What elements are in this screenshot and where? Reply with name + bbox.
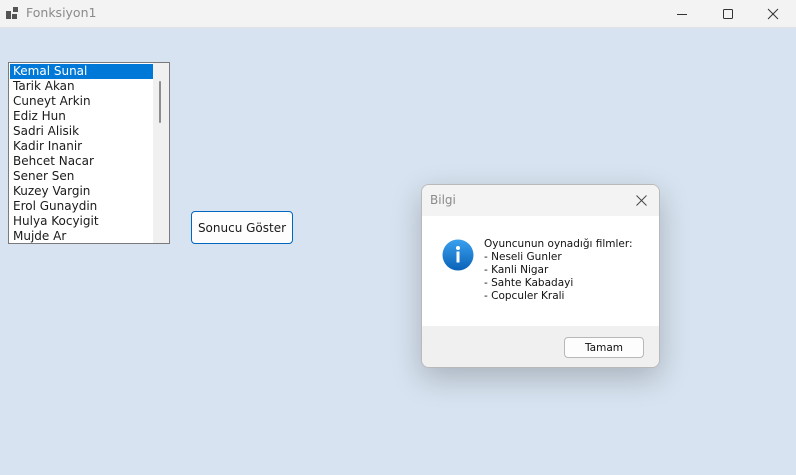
maximize-icon — [723, 8, 733, 19]
dialog-close-button[interactable] — [629, 189, 653, 211]
list-item[interactable]: Kuzey Vargin — [10, 184, 154, 199]
ok-button[interactable]: Tamam — [564, 337, 644, 358]
close-icon — [767, 8, 779, 19]
actor-listbox[interactable]: Kemal Sunal Tarik Akan Cuneyt Arkin Ediz… — [8, 62, 170, 244]
message-line: - Sahte Kabadayi — [484, 277, 574, 289]
dialog-message: Oyuncunun oynadığı filmler: - Neseli Gun… — [484, 238, 654, 303]
list-item[interactable]: Kadir Inanir — [10, 139, 154, 154]
list-item[interactable]: Ediz Hun — [10, 109, 154, 124]
maximize-button[interactable] — [705, 0, 751, 27]
message-line: Oyuncunun oynadığı filmler: — [484, 238, 633, 250]
minimize-button[interactable] — [659, 0, 705, 27]
dialog-title-bar: Bilgi — [422, 185, 659, 216]
message-line: - Neseli Gunler — [484, 251, 562, 263]
dialog-title: Bilgi — [430, 193, 456, 207]
show-result-button[interactable]: Sonucu Göster — [191, 211, 293, 244]
minimize-icon — [677, 13, 687, 15]
close-icon — [635, 194, 647, 206]
list-item-selected[interactable]: Kemal Sunal — [10, 64, 154, 79]
info-icon — [442, 239, 474, 271]
close-button[interactable] — [750, 0, 796, 27]
message-line: - Kanli Nigar — [484, 264, 549, 276]
listbox-items: Kemal Sunal Tarik Akan Cuneyt Arkin Ediz… — [10, 64, 154, 243]
list-item[interactable]: Hulya Kocyigit — [10, 214, 154, 229]
listbox-scrollbar[interactable] — [153, 63, 169, 243]
list-item[interactable]: Erol Gunaydin — [10, 199, 154, 214]
list-item[interactable]: Cuneyt Arkin — [10, 94, 154, 109]
title-bar: Fonksiyon1 — [0, 0, 796, 28]
info-dialog: Bilgi Oyuncunun oynadığı filmler: - Nese… — [421, 184, 660, 368]
list-item[interactable]: Sener Sen — [10, 169, 154, 184]
message-line: - Copculer Krali — [484, 290, 565, 302]
list-item[interactable]: Behcet Nacar — [10, 154, 154, 169]
scrollbar-thumb[interactable] — [159, 81, 161, 123]
app-window-icon — [6, 7, 18, 19]
list-item[interactable]: Sadri Alisik — [10, 124, 154, 139]
list-item[interactable]: Tarik Akan — [10, 79, 154, 94]
window-title: Fonksiyon1 — [26, 5, 97, 20]
list-item[interactable]: Mujde Ar — [10, 229, 154, 243]
